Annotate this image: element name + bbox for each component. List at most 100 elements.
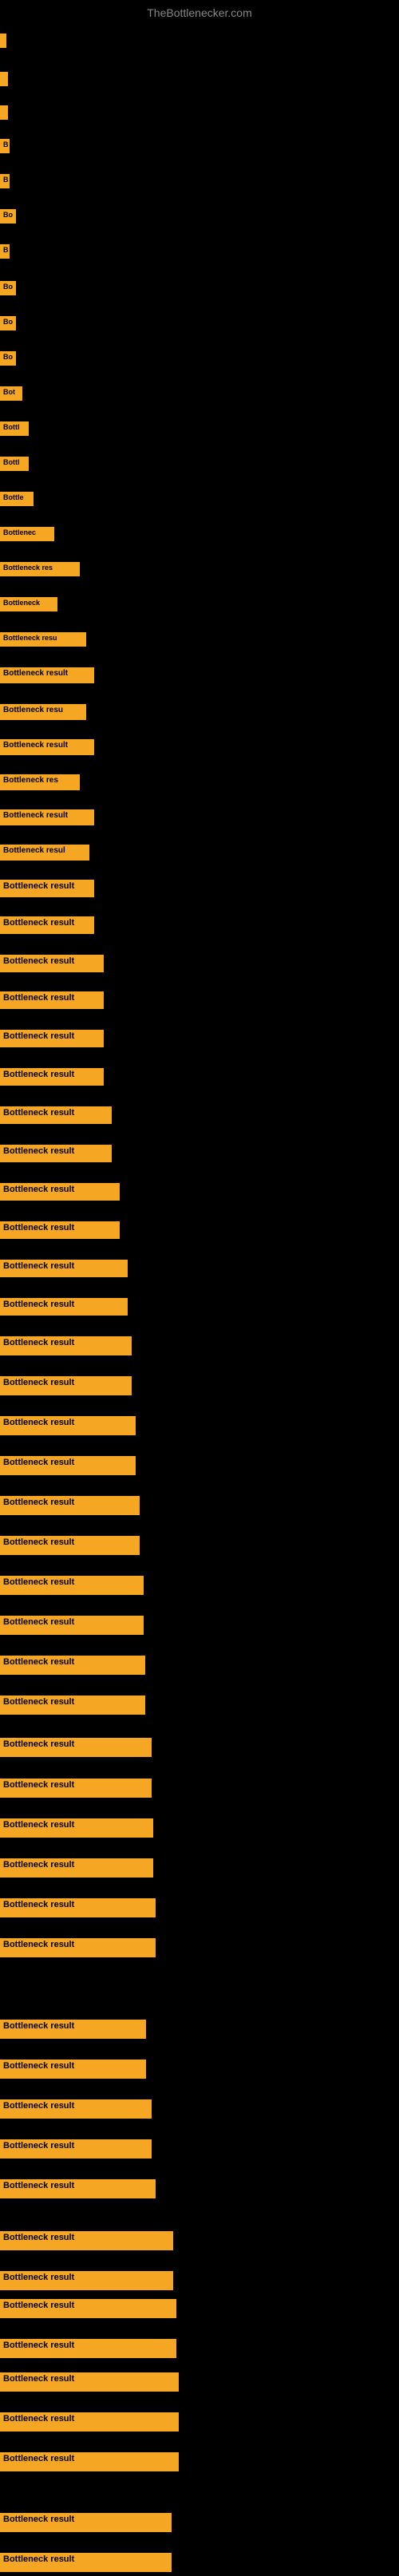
label-item-61: Bottleneck result [0, 2339, 176, 2362]
label-text-6: Bo [0, 209, 16, 224]
label-text-17: Bottleneck [0, 597, 57, 611]
label-item-53: Bottleneck result [0, 2020, 146, 2043]
label-item-4: B [0, 139, 10, 157]
label-item-62: Bottleneck result [0, 2372, 179, 2396]
label-text-5: B [0, 174, 10, 188]
label-item-12: Bottl [0, 421, 29, 440]
label-text-1 [0, 34, 6, 48]
label-item-41: Bottleneck result [0, 1496, 140, 1519]
label-item-17: Bottleneck [0, 597, 57, 615]
label-item-56: Bottleneck result [0, 2139, 152, 2162]
label-text-33: Bottleneck result [0, 1183, 120, 1201]
label-item-64: Bottleneck result [0, 2452, 179, 2475]
label-text-15: Bottlenec [0, 527, 54, 541]
label-item-50: Bottleneck result [0, 1858, 153, 1882]
label-text-35: Bottleneck result [0, 1260, 128, 1277]
label-text-39: Bottleneck result [0, 1416, 136, 1435]
label-item-28: Bottleneck result [0, 991, 104, 1013]
label-item-9: Bo [0, 316, 16, 334]
label-text-26: Bottleneck result [0, 916, 94, 934]
label-item-15: Bottlenec [0, 527, 54, 545]
label-item-18: Bottleneck resu [0, 632, 86, 651]
label-item-42: Bottleneck result [0, 1536, 140, 1559]
label-item-44: Bottleneck result [0, 1616, 144, 1639]
label-text-58: Bottleneck result [0, 2231, 173, 2250]
label-item-48: Bottleneck result [0, 1779, 152, 1802]
label-item-22: Bottleneck res [0, 774, 80, 794]
label-text-47: Bottleneck result [0, 1738, 152, 1757]
label-text-28: Bottleneck result [0, 991, 104, 1009]
label-text-14: Bottle [0, 492, 34, 506]
label-text-7: B [0, 244, 10, 259]
label-item-38: Bottleneck result [0, 1376, 132, 1399]
label-text-9: Bo [0, 316, 16, 330]
label-text-31: Bottleneck result [0, 1106, 112, 1124]
label-text-43: Bottleneck result [0, 1576, 144, 1595]
site-title: TheBottlenecker.com [147, 6, 252, 19]
label-text-65: Bottleneck result [0, 2513, 172, 2532]
label-item-47: Bottleneck result [0, 1738, 152, 1761]
label-item-39: Bottleneck result [0, 1416, 136, 1439]
label-text-53: Bottleneck result [0, 2020, 146, 2039]
label-text-20: Bottleneck resu [0, 704, 86, 720]
label-text-59: Bottleneck result [0, 2271, 173, 2290]
label-item-6: Bo [0, 209, 16, 228]
label-text-32: Bottleneck result [0, 1145, 112, 1162]
label-text-52: Bottleneck result [0, 1938, 156, 1957]
label-text-60: Bottleneck result [0, 2299, 176, 2318]
label-item-25: Bottleneck result [0, 880, 94, 901]
label-text-46: Bottleneck result [0, 1696, 145, 1715]
label-text-34: Bottleneck result [0, 1221, 120, 1239]
label-item-2 [0, 72, 8, 90]
label-item-11: Bot [0, 386, 22, 405]
label-item-57: Bottleneck result [0, 2179, 156, 2202]
label-item-16: Bottleneck res [0, 562, 80, 580]
label-text-12: Bottl [0, 421, 29, 436]
label-text-27: Bottleneck result [0, 955, 104, 972]
label-item-60: Bottleneck result [0, 2299, 176, 2322]
label-item-35: Bottleneck result [0, 1260, 128, 1281]
label-item-21: Bottleneck result [0, 739, 94, 759]
label-item-20: Bottleneck resu [0, 704, 86, 724]
label-text-56: Bottleneck result [0, 2139, 152, 2159]
label-text-23: Bottleneck result [0, 809, 94, 825]
label-text-36: Bottleneck result [0, 1298, 128, 1316]
label-item-32: Bottleneck result [0, 1145, 112, 1166]
label-item-43: Bottleneck result [0, 1576, 144, 1599]
label-item-14: Bottle [0, 492, 34, 510]
label-text-18: Bottleneck resu [0, 632, 86, 647]
label-item-59: Bottleneck result [0, 2271, 173, 2294]
label-text-29: Bottleneck result [0, 1030, 104, 1047]
label-text-3 [0, 105, 8, 120]
label-item-10: Bo [0, 351, 16, 370]
label-text-44: Bottleneck result [0, 1616, 144, 1635]
label-text-4: B [0, 139, 10, 153]
label-text-63: Bottleneck result [0, 2412, 179, 2432]
label-item-34: Bottleneck result [0, 1221, 120, 1243]
label-item-66: Bottleneck result [0, 2553, 172, 2576]
label-text-61: Bottleneck result [0, 2339, 176, 2358]
label-text-30: Bottleneck result [0, 1068, 104, 1086]
label-text-19: Bottleneck result [0, 667, 94, 683]
label-text-37: Bottleneck result [0, 1336, 132, 1355]
label-item-49: Bottleneck result [0, 1818, 153, 1842]
label-text-62: Bottleneck result [0, 2372, 179, 2392]
label-item-3 [0, 105, 8, 124]
label-item-40: Bottleneck result [0, 1456, 136, 1479]
label-text-11: Bot [0, 386, 22, 401]
label-text-57: Bottleneck result [0, 2179, 156, 2198]
label-text-22: Bottleneck res [0, 774, 80, 790]
label-text-49: Bottleneck result [0, 1818, 153, 1838]
label-text-13: Bottl [0, 457, 29, 471]
label-item-33: Bottleneck result [0, 1183, 120, 1205]
label-text-48: Bottleneck result [0, 1779, 152, 1798]
label-item-36: Bottleneck result [0, 1298, 128, 1320]
label-item-52: Bottleneck result [0, 1938, 156, 1961]
label-text-21: Bottleneck result [0, 739, 94, 755]
label-item-23: Bottleneck result [0, 809, 94, 829]
label-item-30: Bottleneck result [0, 1068, 104, 1090]
label-item-1 [0, 34, 6, 52]
label-item-24: Bottleneck resul [0, 845, 89, 865]
label-item-31: Bottleneck result [0, 1106, 112, 1128]
label-item-5: B [0, 174, 10, 192]
